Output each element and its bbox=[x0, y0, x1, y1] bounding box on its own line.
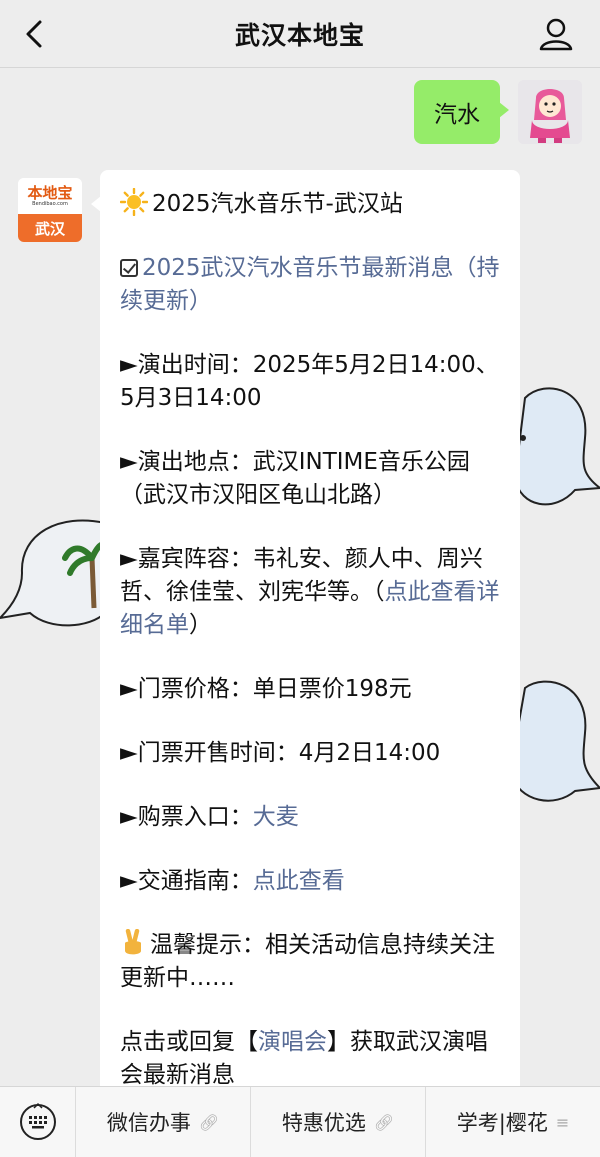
reply-link[interactable]: 演唱会 bbox=[258, 1029, 327, 1055]
person-icon bbox=[539, 18, 573, 51]
back-button[interactable] bbox=[18, 14, 54, 54]
time-label: ►演出时间： bbox=[120, 352, 253, 378]
keyboard-button[interactable] bbox=[0, 1086, 76, 1157]
menu-item-label: 特惠优选 bbox=[281, 1111, 366, 1135]
price-line: ►门票价格：单日票价198元 bbox=[120, 673, 500, 706]
sale-value: 4月2日14:00 bbox=[298, 740, 441, 766]
chat-title: 武汉本地宝 bbox=[234, 20, 365, 50]
outgoing-message: 汽水 bbox=[414, 80, 582, 144]
bot-avatar[interactable]: 本地宝 Bendibao.com 武汉 bbox=[18, 178, 82, 242]
cartoon-avatar-icon bbox=[518, 80, 582, 144]
link-icon: 🔗︎ bbox=[373, 1112, 395, 1132]
menu-item-wechat-service[interactable]: 微信办事 🔗︎ bbox=[76, 1086, 251, 1157]
link-icon: 🔗︎ bbox=[198, 1112, 220, 1132]
price-value: 单日票价198元 bbox=[252, 676, 412, 702]
message-title: 2025汽水音乐节-武汉站 bbox=[152, 191, 403, 217]
reply-line: 点击或回复【演唱会】获取武汉演唱会最新消息 bbox=[120, 1026, 500, 1086]
tip-label: 温馨提示： bbox=[150, 932, 265, 958]
chevron-left-icon bbox=[26, 20, 42, 48]
message-title-line: 2025汽水音乐节-武汉站 bbox=[120, 188, 500, 221]
bottom-menu-bar: 微信办事 🔗︎ 特惠优选 🔗︎ 学考|樱花 ≡ bbox=[0, 1086, 600, 1157]
logo-subtext: Bendibao.com bbox=[32, 200, 68, 207]
menu-icon: ≡ bbox=[555, 1112, 570, 1132]
traffic-line: ►交通指南：点此查看 bbox=[120, 865, 500, 898]
menu-item-deals[interactable]: 特惠优选 🔗︎ bbox=[251, 1086, 426, 1157]
guests-close: ） bbox=[189, 612, 212, 638]
buy-link[interactable]: 大麦 bbox=[253, 804, 299, 830]
checkbox-icon bbox=[120, 259, 138, 277]
outgoing-bubble[interactable]: 汽水 bbox=[414, 80, 509, 144]
logo-text: 本地宝 bbox=[27, 183, 73, 202]
incoming-bubble: 2025汽水音乐节-武汉站 2025武汉汽水音乐节最新消息（持续更新） ►演出时… bbox=[91, 170, 520, 1086]
menu-item-label: 微信办事 bbox=[106, 1111, 191, 1135]
news-link[interactable]: 2025武汉汽水音乐节最新消息（持续更新） bbox=[120, 255, 500, 314]
menu-item-label: 学考|樱花 bbox=[456, 1111, 548, 1135]
keyboard-icon bbox=[19, 1102, 56, 1140]
bendibao-logo: 本地宝 Bendibao.com bbox=[18, 178, 82, 214]
guests-line: ►嘉宾阵容：韦礼安、颜人中、周兴哲、徐佳莹、刘宪华等。（点此查看详细名单） bbox=[120, 543, 500, 642]
reply-prefix: 点击或回复【 bbox=[120, 1029, 258, 1055]
traffic-label: ►交通指南： bbox=[120, 868, 253, 894]
top-bar: 武汉本地宝 bbox=[0, 0, 600, 68]
ghost-palm-sticker bbox=[0, 513, 108, 638]
sale-line: ►门票开售时间：4月2日14:00 bbox=[120, 737, 500, 770]
venue-line: ►演出地点：武汉INTIME音乐公园（武汉市汉阳区龟山北路） bbox=[120, 446, 500, 512]
victory-hand-icon bbox=[125, 928, 141, 955]
time-line: ►演出时间：2025年5月2日14:00、5月3日14:00 bbox=[120, 349, 500, 415]
price-label: ►门票价格： bbox=[120, 676, 253, 702]
sale-label: ►门票开售时间： bbox=[120, 740, 299, 766]
tip-line: 温馨提示：相关活动信息持续关注更新中…… bbox=[120, 928, 500, 995]
chat-area[interactable]: 汽水 本地宝 Bendibao.com 武汉 2025汽水音乐节-武汉站 202… bbox=[0, 68, 600, 1086]
guests-label: ►嘉宾阵容： bbox=[120, 546, 253, 572]
menu-item-exam-sakura[interactable]: 学考|樱花 ≡ bbox=[426, 1087, 600, 1157]
buy-label: ►购票入口： bbox=[120, 804, 253, 830]
profile-button[interactable] bbox=[536, 14, 576, 54]
logo-city: 武汉 bbox=[18, 214, 82, 242]
news-line: 2025武汉汽水音乐节最新消息（持续更新） bbox=[120, 252, 500, 318]
sun-icon bbox=[120, 188, 148, 216]
traffic-link[interactable]: 点此查看 bbox=[253, 868, 345, 894]
user-avatar[interactable] bbox=[518, 80, 582, 144]
buy-line: ►购票入口：大麦 bbox=[120, 801, 500, 834]
venue-label: ►演出地点： bbox=[120, 449, 253, 475]
